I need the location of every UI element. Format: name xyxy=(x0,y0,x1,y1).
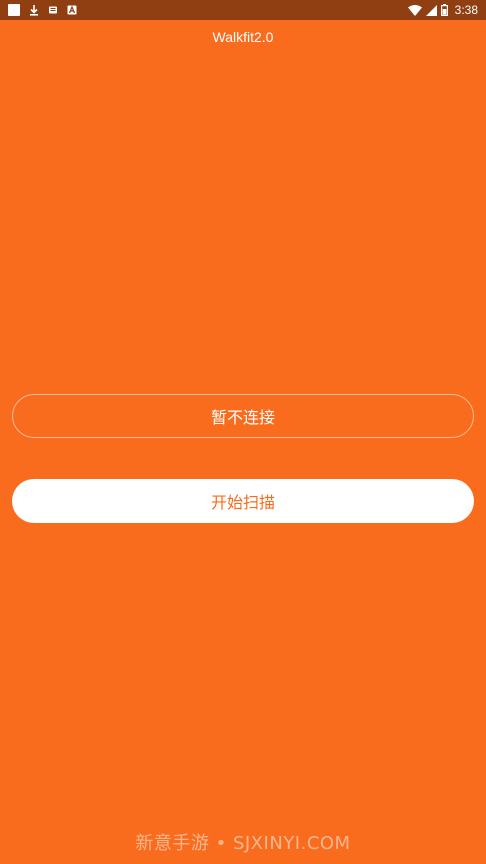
status-left-icons xyxy=(8,4,77,16)
status-right-icons: 3:38 xyxy=(407,1,478,20)
watermark-text: 新意手游 • SJXINYI.COM xyxy=(135,833,351,854)
download-icon xyxy=(29,4,39,16)
square-notification-icon xyxy=(8,4,20,16)
wifi-icon xyxy=(407,1,422,20)
status-time: 3:38 xyxy=(454,3,478,17)
battery-icon xyxy=(440,1,448,20)
status-bar: 3:38 xyxy=(0,0,486,20)
sd-card-icon xyxy=(48,5,58,15)
text-a-icon xyxy=(67,5,77,15)
signal-icon xyxy=(425,1,437,20)
skip-connect-button[interactable]: 暂不连接 xyxy=(12,394,474,438)
start-scan-label: 开始扫描 xyxy=(210,493,275,512)
app-title: Walkfit2.0 xyxy=(212,29,274,45)
start-scan-button[interactable]: 开始扫描 xyxy=(12,479,474,523)
skip-connect-label: 暂不连接 xyxy=(210,408,275,427)
